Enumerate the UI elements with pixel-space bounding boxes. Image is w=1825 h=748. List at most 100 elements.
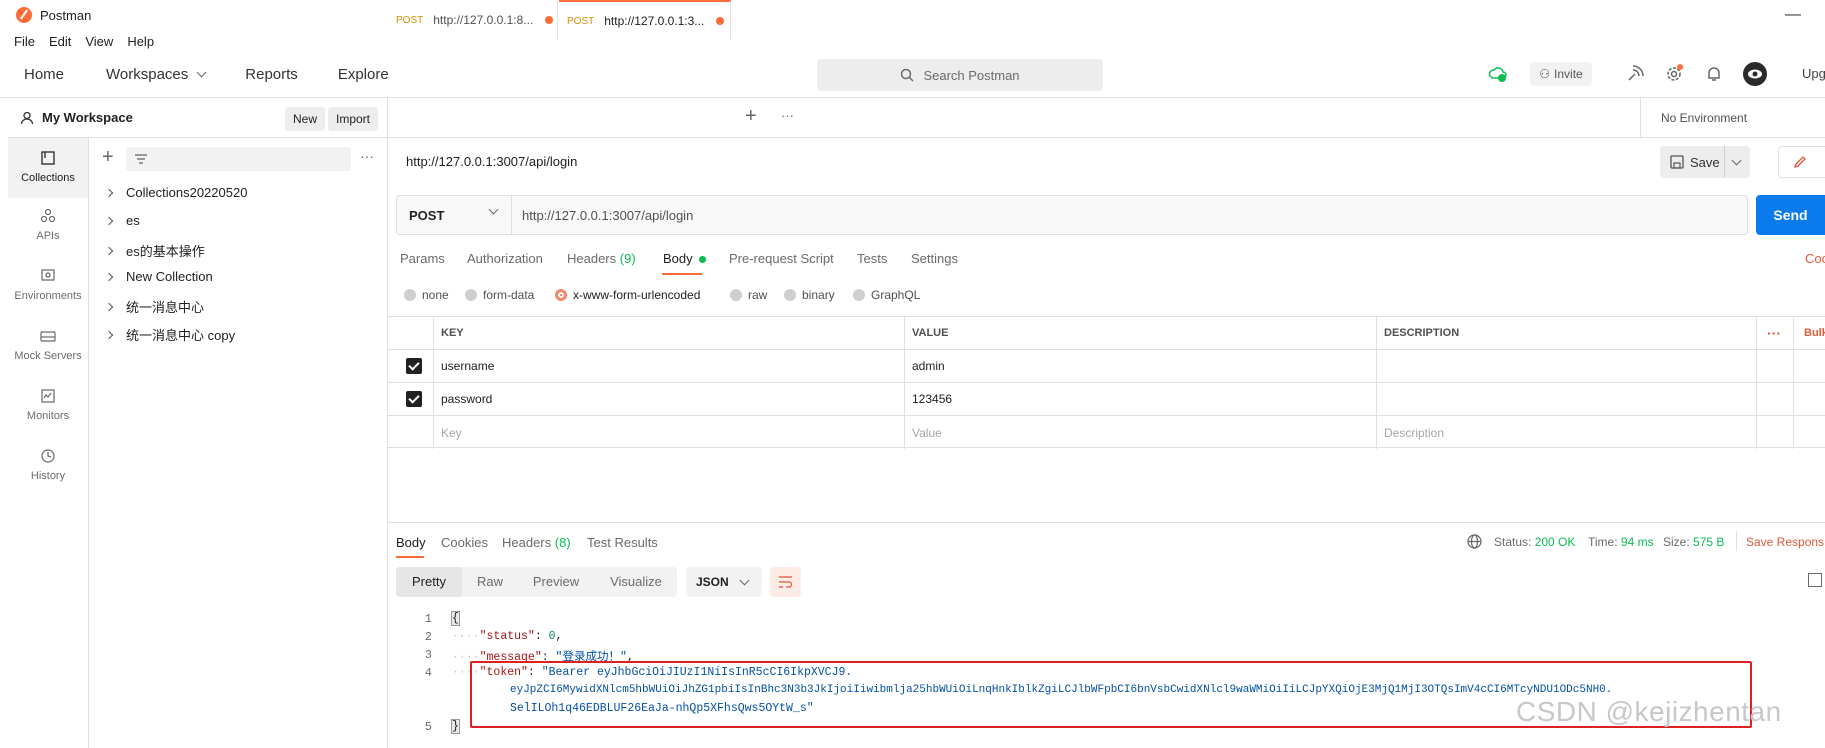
view-preview[interactable]: Preview — [522, 567, 590, 597]
chevron-down-icon[interactable] — [1731, 155, 1742, 166]
radio-circle-selected — [555, 289, 567, 301]
add-collection-icon[interactable]: + — [102, 147, 114, 167]
nav-home[interactable]: Home — [24, 66, 64, 83]
url-input[interactable]: http://127.0.0.1:3007/api/login — [512, 208, 693, 223]
upgrade-button[interactable]: Upg — [1802, 66, 1825, 81]
response-tab-tests[interactable]: Test Results — [587, 535, 658, 550]
nav-workspaces[interactable]: Workspaces — [106, 66, 207, 83]
watermark: CSDN @kejizhentan — [1516, 696, 1782, 727]
radio-graphql[interactable]: GraphQL — [853, 288, 920, 302]
tab-params[interactable]: Params — [400, 251, 445, 266]
wrap-lines-button[interactable] — [770, 567, 801, 597]
nav-reports[interactable]: Reports — [245, 66, 298, 83]
tab-more-icon[interactable]: ··· — [781, 109, 794, 122]
new-tab-icon[interactable]: + — [745, 106, 757, 126]
rail-label: Collections — [21, 172, 75, 184]
method-selector[interactable]: POST — [397, 196, 512, 234]
menu-edit[interactable]: Edit — [49, 34, 71, 49]
menu-help[interactable]: Help — [127, 34, 154, 49]
menu-file[interactable]: File — [14, 34, 35, 49]
environments-icon — [41, 269, 55, 281]
tab-prerequest[interactable]: Pre-request Script — [729, 251, 834, 266]
satellite-icon[interactable] — [1625, 64, 1645, 84]
size-meta[interactable]: Size: 575 B — [1663, 535, 1724, 549]
tab-settings[interactable]: Settings — [911, 251, 958, 266]
radio-binary[interactable]: binary — [784, 288, 835, 302]
nav-explore[interactable]: Explore — [338, 66, 389, 83]
import-button[interactable]: Import — [328, 107, 379, 131]
more-options-icon[interactable]: ··· — [360, 149, 374, 163]
invite-button[interactable]: ⚇ Invite — [1530, 62, 1592, 86]
title-bar: Postman — — [0, 0, 1825, 30]
save-response-button[interactable]: Save Respons — [1746, 535, 1824, 549]
new-button[interactable]: New — [285, 107, 326, 131]
avatar[interactable] — [1742, 61, 1768, 87]
table-row: username admin — [388, 350, 1825, 383]
view-visualize[interactable]: Visualize — [598, 567, 674, 597]
tab-authorization[interactable]: Authorization — [467, 251, 543, 266]
search-bar[interactable]: Search Postman — [817, 59, 1103, 91]
description-placeholder[interactable]: Description — [1376, 416, 1444, 449]
cloud-sync-icon[interactable] — [1488, 64, 1508, 84]
response-tab-body[interactable]: Body — [396, 535, 426, 550]
radio-raw[interactable]: raw — [730, 288, 767, 302]
key-placeholder[interactable]: Key — [433, 416, 462, 449]
globe-icon[interactable] — [1467, 534, 1482, 549]
save-button[interactable]: Save — [1660, 146, 1750, 178]
tab-body-label: Body — [663, 251, 693, 266]
format-selector[interactable]: JSON — [686, 567, 762, 597]
rail-history[interactable]: History — [8, 448, 88, 482]
collection-item[interactable]: New Collection — [104, 269, 213, 284]
response-tab-headers[interactable]: Headers (8) — [502, 535, 571, 550]
status-meta[interactable]: Status: 200 OK — [1494, 535, 1575, 549]
view-raw[interactable]: Raw — [462, 567, 518, 597]
response-tab-cookies[interactable]: Cookies — [441, 535, 488, 550]
collection-item[interactable]: es — [104, 213, 140, 228]
minimize-icon[interactable]: — — [1785, 6, 1801, 24]
rail-mock-servers[interactable]: Mock Servers — [8, 328, 88, 362]
code-link[interactable]: Coo — [1805, 251, 1825, 266]
view-pretty[interactable]: Pretty — [396, 567, 462, 597]
tab-body[interactable]: Body — [663, 251, 707, 266]
rail-collections[interactable]: Collections — [8, 138, 88, 198]
bulk-edit-link[interactable]: Bulk — [1796, 317, 1825, 349]
collection-label: es的基本操作 — [126, 244, 205, 259]
radio-none[interactable]: none — [404, 288, 449, 302]
request-tab[interactable]: POST http://127.0.0.1:8... — [388, 0, 558, 40]
row-checkbox[interactable] — [398, 350, 422, 382]
rail-apis[interactable]: APIs — [8, 208, 88, 242]
workspace-name[interactable]: My Workspace — [42, 110, 133, 125]
collection-item[interactable]: 统一消息中心 — [104, 297, 204, 316]
collections-filter[interactable] — [126, 147, 351, 171]
request-tab-active[interactable]: POST http://127.0.0.1:3... — [559, 0, 731, 40]
rail-label: APIs — [36, 230, 60, 242]
value-placeholder[interactable]: Value — [904, 416, 942, 449]
tab-headers[interactable]: Headers (9) — [567, 251, 636, 266]
row-key[interactable]: username — [433, 350, 494, 382]
radio-form-data[interactable]: form-data — [465, 288, 534, 302]
rail-monitors[interactable]: Monitors — [8, 388, 88, 422]
edit-button[interactable] — [1778, 146, 1825, 178]
send-button[interactable]: Send — [1756, 195, 1825, 235]
tab-tests[interactable]: Tests — [857, 251, 887, 266]
radio-urlencoded[interactable]: x-www-form-urlencoded — [555, 288, 700, 302]
radio-circle — [465, 289, 477, 301]
bell-icon[interactable] — [1704, 64, 1724, 84]
collection-item[interactable]: 统一消息中心 copy — [104, 325, 235, 344]
time-meta[interactable]: Time: 94 ms — [1588, 535, 1654, 549]
search-placeholder: Search Postman — [923, 67, 1020, 83]
row-value[interactable]: admin — [904, 350, 945, 382]
menu-view[interactable]: View — [85, 34, 113, 49]
more-options-icon[interactable]: ··· — [1759, 317, 1781, 349]
method-label: POST — [409, 207, 445, 223]
row-key[interactable]: password — [433, 383, 492, 415]
row-value[interactable]: 123456 — [904, 383, 952, 415]
collection-item[interactable]: Collections20220520 — [104, 185, 247, 200]
chevron-right-icon — [104, 188, 114, 197]
rail-environments[interactable]: Environments — [8, 268, 88, 302]
copy-icon[interactable] — [1808, 573, 1822, 587]
gear-icon[interactable] — [1664, 64, 1684, 84]
environment-selector[interactable]: No Environment — [1640, 98, 1825, 138]
collection-item[interactable]: es的基本操作 — [104, 241, 205, 260]
row-checkbox[interactable] — [398, 383, 422, 415]
